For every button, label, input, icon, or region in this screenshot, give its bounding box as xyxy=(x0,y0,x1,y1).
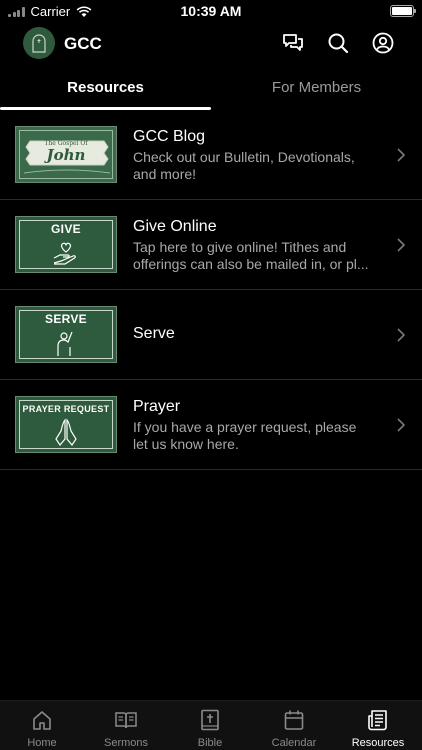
tab-resources[interactable]: Resources xyxy=(0,72,211,110)
list-item-gcc-blog[interactable]: The Gospel Of John GCC Blog Check out ou… xyxy=(0,110,422,200)
tabbar-label: Sermons xyxy=(103,737,149,749)
calendar-icon xyxy=(284,710,304,730)
segment-tabs: Resources For Members xyxy=(0,72,422,110)
chevron-right-icon xyxy=(397,328,406,342)
tabbar-calendar[interactable]: Calendar xyxy=(252,701,336,750)
bible-icon xyxy=(201,709,219,731)
chevron-right-icon xyxy=(397,238,406,252)
chevron-right-icon xyxy=(397,418,406,432)
giving-hand-heart-icon xyxy=(53,242,76,265)
app-header: GCC xyxy=(0,25,422,63)
bottom-tab-bar: Home Sermons Bible Calendar Resources xyxy=(0,700,422,750)
blog-thumbnail: The Gospel Of John xyxy=(15,126,117,183)
church-logo xyxy=(23,27,55,59)
chevron-right-icon xyxy=(397,148,406,162)
give-thumbnail: GIVE xyxy=(15,216,117,273)
tab-for-members[interactable]: For Members xyxy=(211,72,422,110)
item-description: Tap here to give online! Tithes and offe… xyxy=(133,239,369,272)
item-description: Check out our Bulletin, Devotionals, and… xyxy=(133,149,355,182)
tabbar-home[interactable]: Home xyxy=(0,701,84,750)
item-title: Serve xyxy=(133,325,175,342)
list-item-prayer[interactable]: PRAYER REQUEST Prayer If you have a pray… xyxy=(0,380,422,470)
serve-thumbnail: SERVE xyxy=(15,306,117,363)
tabbar-label: Bible xyxy=(197,737,223,749)
item-description: If you have a prayer request, please let… xyxy=(133,419,357,452)
app-title: GCC xyxy=(64,34,102,53)
tabbar-sermons[interactable]: Sermons xyxy=(84,701,168,750)
tabbar-bible[interactable]: Bible xyxy=(168,701,252,750)
status-bar: Carrier 10:39 AM xyxy=(0,0,422,22)
status-time: 10:39 AM xyxy=(180,3,242,19)
newspaper-icon xyxy=(368,710,387,731)
item-title: GCC Blog xyxy=(133,128,206,145)
list-item-give-online[interactable]: GIVE Give Online Tap here to give online… xyxy=(0,200,422,290)
tabbar-resources[interactable]: Resources xyxy=(336,701,420,750)
chat-icon[interactable] xyxy=(281,31,305,55)
serve-thumb-label: SERVE xyxy=(45,312,87,326)
tabbar-label: Resources xyxy=(351,737,405,749)
resource-list: The Gospel Of John GCC Blog Check out ou… xyxy=(0,110,422,470)
book-open-icon xyxy=(115,712,137,729)
prayer-thumbnail: PRAYER REQUEST xyxy=(15,396,117,453)
prayer-thumb-label: PRAYER REQUEST xyxy=(22,404,110,414)
account-icon[interactable] xyxy=(371,31,395,55)
search-icon[interactable] xyxy=(326,31,350,55)
item-title: Give Online xyxy=(133,218,217,235)
praying-hands-icon xyxy=(55,418,77,447)
tabbar-label: Home xyxy=(27,737,57,749)
battery-icon xyxy=(390,5,416,17)
tabbar-label: Calendar xyxy=(271,737,317,749)
blog-thumb-title: John xyxy=(46,146,86,164)
give-thumb-label: GIVE xyxy=(51,222,81,236)
list-item-serve[interactable]: SERVE Serve xyxy=(0,290,422,380)
item-title: Prayer xyxy=(133,398,181,415)
church-door-icon xyxy=(32,34,46,53)
home-icon xyxy=(33,711,51,730)
raised-hand-person-icon xyxy=(57,331,73,356)
